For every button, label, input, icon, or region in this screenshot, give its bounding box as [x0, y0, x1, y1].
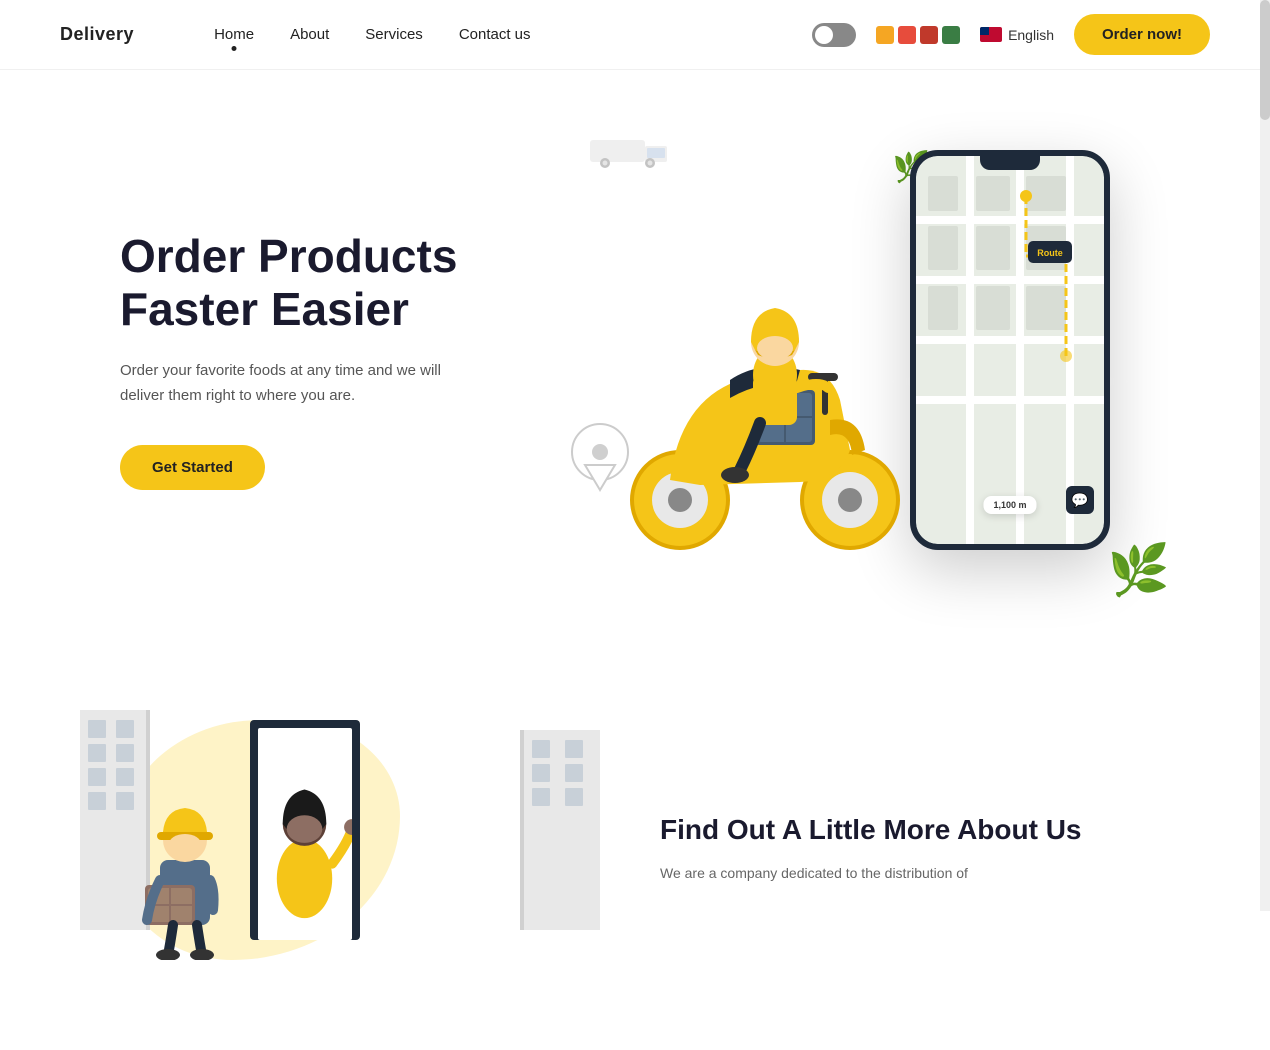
theme-toggle[interactable]	[812, 23, 856, 47]
window-cell	[116, 744, 134, 762]
hero-subtitle: Order your favorite foods at any time an…	[120, 358, 460, 409]
logo[interactable]: Delivery	[60, 24, 134, 45]
swatch-red[interactable]	[898, 26, 916, 44]
nav-home[interactable]: Home	[214, 26, 254, 43]
scrollbar-thumb[interactable]	[1260, 0, 1270, 120]
window-cell	[116, 792, 134, 810]
navbar: Delivery Home About Services Contact us …	[0, 0, 1270, 70]
nav-right: English Order now!	[812, 14, 1210, 55]
delivery-person-svg	[135, 760, 235, 960]
delivery-scene	[80, 710, 600, 990]
window-cell	[532, 764, 550, 782]
about-text: Find Out A Little More About Us We are a…	[600, 814, 1190, 886]
swatch-green[interactable]	[942, 26, 960, 44]
leaf-right-icon: 🌿	[1108, 541, 1170, 600]
nav-services[interactable]: Services	[365, 26, 423, 43]
scooter-icon	[600, 240, 920, 560]
window-cell	[88, 720, 106, 738]
hero-text: Order Products Faster Easier Order your …	[120, 230, 540, 490]
svg-text:Route: Route	[1037, 248, 1063, 258]
swatch-red2[interactable]	[920, 26, 938, 44]
window-cell	[116, 768, 134, 786]
map-distance-badge: 1,100 m	[983, 496, 1036, 514]
window-cell	[565, 764, 583, 782]
flag-icon	[980, 27, 1002, 42]
hero-section: Order Products Faster Easier Order your …	[0, 70, 1270, 650]
hero-illustration: 🌿	[540, 130, 1190, 590]
about-section: Find Out A Little More About Us We are a…	[0, 650, 1270, 1050]
window-cell	[565, 740, 583, 758]
window-grid-right	[524, 730, 600, 816]
window-cell	[88, 768, 106, 786]
person-inside-svg	[258, 728, 352, 940]
map-chat-icon: 💬	[1066, 486, 1094, 514]
building-right	[520, 730, 600, 930]
nav-links: Home About Services Contact us	[214, 26, 812, 43]
truck-icon	[590, 130, 670, 170]
about-desc: We are a company dedicated to the distri…	[660, 862, 1190, 886]
window-cell	[565, 788, 583, 806]
scrollbar[interactable]	[1260, 0, 1270, 911]
color-swatches	[876, 26, 960, 44]
nav-about[interactable]: About	[290, 26, 329, 43]
window-cell	[532, 740, 550, 758]
window-cell	[88, 792, 106, 810]
hero-title: Order Products Faster Easier	[120, 230, 540, 336]
window-cell	[532, 788, 550, 806]
lang-label: English	[1008, 27, 1054, 43]
phone-mockup: Route 1,100 m 💬	[910, 150, 1110, 550]
phone-screen: Route 1,100 m 💬	[916, 156, 1104, 544]
window-cell	[116, 720, 134, 738]
about-illustration	[80, 710, 600, 990]
phone-map: Route 1,100 m 💬	[916, 156, 1104, 544]
order-now-button[interactable]: Order now!	[1074, 14, 1210, 55]
phone-notch	[980, 156, 1040, 170]
window-cell	[88, 744, 106, 762]
door-inner	[258, 728, 352, 940]
lang-selector[interactable]: English	[980, 27, 1054, 43]
nav-contact[interactable]: Contact us	[459, 26, 531, 43]
swatch-yellow[interactable]	[876, 26, 894, 44]
get-started-button[interactable]: Get Started	[120, 445, 265, 490]
about-title: Find Out A Little More About Us	[660, 814, 1190, 846]
door-frame	[250, 720, 360, 940]
